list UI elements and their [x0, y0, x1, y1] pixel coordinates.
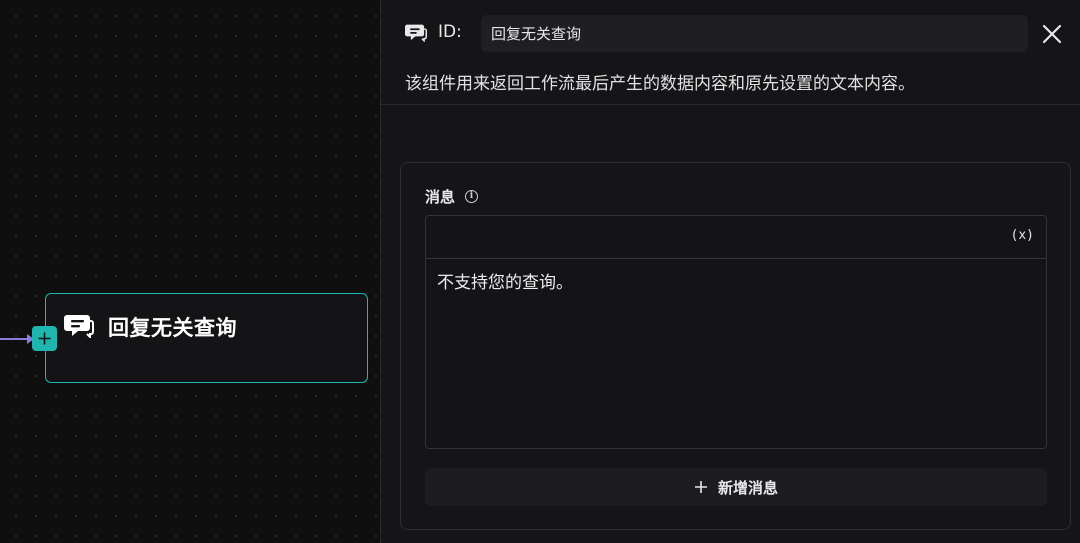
connection-edge	[0, 338, 30, 340]
info-icon[interactable]: i	[465, 190, 479, 203]
chat-reply-icon	[405, 22, 427, 46]
plus-icon	[694, 481, 707, 493]
message-content[interactable]: 不支持您的查询。	[437, 268, 573, 293]
plus-icon	[38, 332, 51, 345]
message-label: 消息	[425, 188, 456, 206]
id-label: ID:	[438, 22, 462, 42]
close-icon[interactable]	[1040, 22, 1064, 46]
id-input[interactable]: 回复无关查询	[481, 15, 1028, 52]
add-message-label: 新增消息	[717, 478, 778, 497]
editor-toolbar: (x)	[426, 216, 1046, 259]
insert-variable-button[interactable]: (x)	[1011, 228, 1034, 243]
reply-node[interactable]: 回复无关查询	[45, 293, 368, 383]
message-label-row: 消息 i	[425, 186, 479, 207]
add-message-button[interactable]: 新增消息	[425, 468, 1047, 506]
node-title: 回复无关查询	[108, 316, 237, 340]
add-node-handle[interactable]	[32, 326, 57, 351]
component-description: 该组件用来返回工作流最后产生的数据内容和原先设置的文本内容。	[405, 74, 915, 94]
node-header: 回复无关查询	[64, 312, 237, 342]
properties-panel: ID: 回复无关查询 该组件用来返回工作流最后产生的数据内容和原先设置的文本内容…	[380, 0, 1080, 543]
message-editor[interactable]: (x) 不支持您的查询。	[425, 215, 1047, 449]
panel-header: ID: 回复无关查询 该组件用来返回工作流最后产生的数据内容和原先设置的文本内容…	[381, 0, 1080, 105]
message-card: 消息 i (x) 不支持您的查询。 新增消息	[400, 162, 1071, 530]
chat-reply-icon	[64, 312, 94, 342]
workflow-canvas[interactable]	[0, 0, 380, 543]
